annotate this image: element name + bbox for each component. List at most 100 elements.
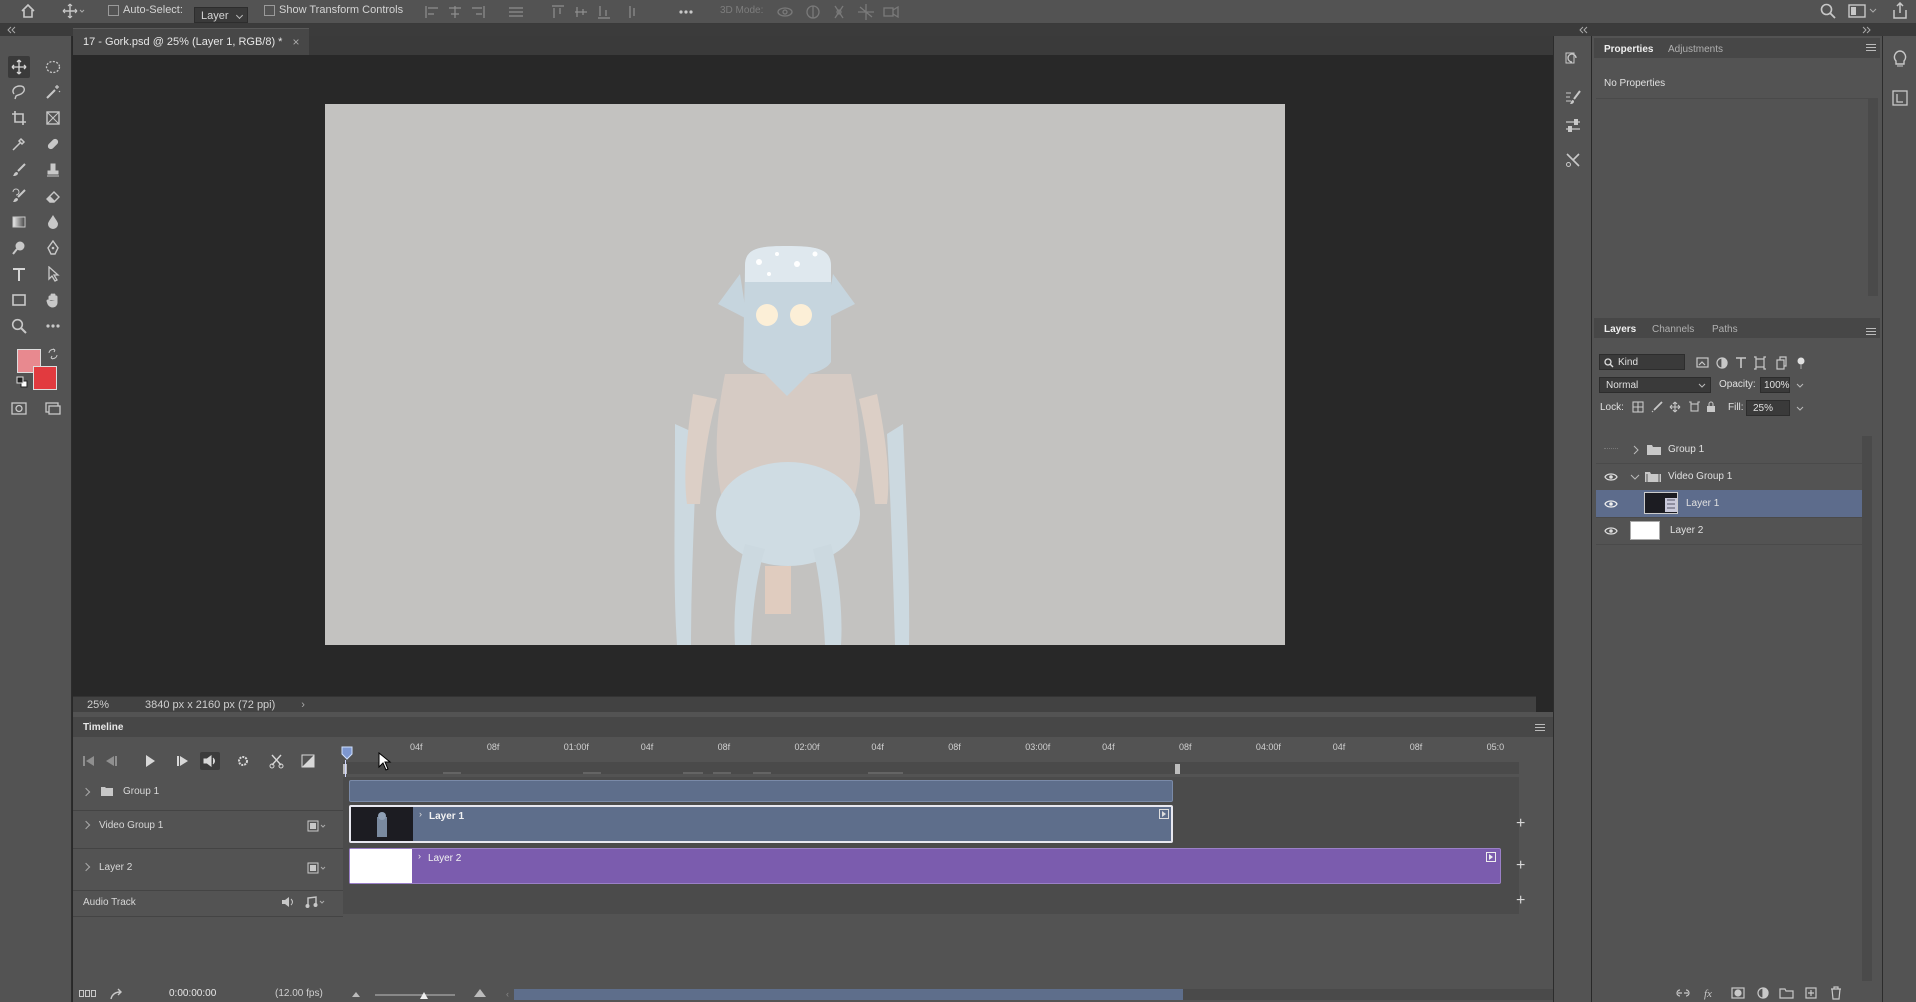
- document-tab[interactable]: 17 - Gork.psd @ 25% (Layer 1, RGB/8) * ×: [73, 28, 310, 55]
- blur-tool[interactable]: [42, 211, 64, 233]
- expand-chevron-icon[interactable]: [81, 862, 91, 872]
- track-audio[interactable]: Audio Track: [73, 890, 343, 917]
- document-canvas[interactable]: [325, 104, 1285, 645]
- pen-tool[interactable]: [42, 237, 64, 259]
- work-area-bar[interactable]: [343, 762, 1519, 774]
- convert-to-frame-animation-icon[interactable]: [79, 990, 97, 998]
- properties-menu-icon[interactable]: [1866, 42, 1876, 53]
- eye-icon[interactable]: [1604, 526, 1618, 536]
- tab-channels[interactable]: Channels: [1652, 324, 1694, 335]
- adjustment-sliders-icon[interactable]: [1565, 118, 1581, 134]
- magic-wand-tool[interactable]: [42, 81, 64, 103]
- layers-scrollbar[interactable]: [1862, 436, 1872, 981]
- healing-brush-tool[interactable]: [42, 133, 64, 155]
- tab-paths[interactable]: Paths: [1712, 324, 1738, 335]
- timecode-display[interactable]: 0:00:00:00: [169, 988, 216, 999]
- collapse-chevron-icon[interactable]: [1630, 473, 1640, 481]
- speaker-icon[interactable]: [281, 896, 295, 908]
- opacity-input[interactable]: 100%: [1760, 377, 1790, 393]
- layer-filter-icons[interactable]: [1696, 356, 1806, 370]
- render-video-icon[interactable]: [110, 988, 124, 1000]
- workspace-icon[interactable]: [1848, 3, 1878, 19]
- crop-tool[interactable]: [8, 107, 30, 129]
- tab-properties[interactable]: Properties: [1604, 44, 1653, 55]
- learn-bulb-icon[interactable]: [1892, 50, 1908, 68]
- move-tool[interactable]: [8, 56, 30, 78]
- track-video-group-1[interactable]: Video Group 1: [73, 806, 343, 849]
- tab-adjustments[interactable]: Adjustments: [1668, 44, 1723, 55]
- close-tab-icon[interactable]: ×: [292, 30, 299, 54]
- eyedropper-tool[interactable]: [8, 133, 30, 155]
- timeline-scrollbar[interactable]: [514, 989, 1591, 1000]
- tab-layers[interactable]: Layers: [1604, 324, 1636, 335]
- quick-mask-tool[interactable]: [8, 397, 30, 419]
- home-icon[interactable]: [20, 3, 36, 19]
- rectangle-tool[interactable]: [8, 289, 30, 311]
- screen-mode-tool[interactable]: [42, 397, 64, 419]
- background-color-swatch[interactable]: [33, 366, 57, 390]
- film-strip-icon[interactable]: [307, 862, 327, 874]
- visibility-hidden-slot[interactable]: [1604, 448, 1618, 449]
- zoom-in-icon[interactable]: [473, 988, 487, 998]
- opacity-chevron-icon[interactable]: [1796, 383, 1804, 389]
- swap-colors-icon[interactable]: [47, 348, 59, 360]
- more-tools-icon[interactable]: [42, 315, 64, 337]
- layers-menu-icon[interactable]: [1866, 326, 1876, 337]
- blend-mode-dropdown[interactable]: Normal: [1599, 377, 1711, 393]
- layer-row-layer-2[interactable]: Layer 2: [1596, 517, 1862, 545]
- marquee-tool[interactable]: [42, 56, 64, 78]
- 3d-mode-icons[interactable]: [776, 3, 906, 21]
- path-selection-tool[interactable]: [42, 263, 64, 285]
- auto-select-dropdown[interactable]: Layer: [194, 6, 248, 23]
- collapse-left-icon[interactable]: [6, 26, 16, 34]
- layer-row-group-1[interactable]: Group 1: [1596, 436, 1862, 464]
- eraser-tool[interactable]: [42, 185, 64, 207]
- clip-transition-icon[interactable]: [1486, 852, 1496, 862]
- frame-tool[interactable]: [42, 107, 64, 129]
- move-tool-icon[interactable]: [62, 3, 86, 19]
- properties-scrollbar[interactable]: [1868, 98, 1878, 296]
- search-icon[interactable]: [1820, 3, 1836, 19]
- zoom-out-icon[interactable]: [351, 990, 361, 998]
- expand-chevron-icon[interactable]: [1632, 445, 1640, 455]
- timeline-scrollbar-thumb[interactable]: [514, 989, 1183, 1000]
- timeline-ruler[interactable]: 04f 08f 01:00f 04f 08f 02:00f 04f 08f 03:00f 04f 0…: [343, 740, 1519, 756]
- hand-tool[interactable]: [42, 289, 64, 311]
- lock-icons[interactable]: [1632, 401, 1722, 413]
- music-note-icon[interactable]: [305, 896, 327, 908]
- share-icon[interactable]: [1892, 2, 1908, 20]
- tool-presets-icon[interactable]: [1565, 152, 1581, 168]
- align-icons[interactable]: [424, 4, 704, 20]
- zoom-slider-thumb[interactable]: [419, 990, 429, 1000]
- libraries-icon[interactable]: [1892, 90, 1908, 106]
- expand-right-icon[interactable]: [1862, 26, 1872, 34]
- playhead[interactable]: [341, 746, 353, 760]
- lasso-tool[interactable]: [8, 81, 30, 103]
- layer-row-video-group-1[interactable]: Video Group 1: [1596, 463, 1862, 491]
- gradient-tool[interactable]: [8, 211, 30, 233]
- layer-row-layer-1[interactable]: Layer 1: [1596, 490, 1862, 518]
- timeline-zoom-slider[interactable]: [375, 994, 455, 996]
- type-tool[interactable]: [8, 263, 30, 285]
- layer-2-clip[interactable]: › Layer 2: [349, 848, 1501, 884]
- group-1-clip[interactable]: [349, 780, 1173, 802]
- brush-tool[interactable]: [8, 159, 30, 181]
- history-icon[interactable]: [1565, 50, 1581, 66]
- fill-chevron-icon[interactable]: [1796, 406, 1804, 412]
- clip-chevron-icon[interactable]: ›: [419, 809, 422, 819]
- auto-select-checkbox[interactable]: Auto-Select:: [108, 4, 183, 16]
- history-brush-tool[interactable]: [8, 185, 30, 207]
- add-audio-icon[interactable]: +: [1516, 892, 1525, 910]
- show-transform-checkbox[interactable]: Show Transform Controls: [264, 4, 403, 16]
- add-media-icon[interactable]: +: [1516, 857, 1525, 875]
- clip-chevron-icon[interactable]: ›: [418, 851, 421, 861]
- zoom-tool[interactable]: [8, 315, 30, 337]
- dodge-tool[interactable]: [8, 237, 30, 259]
- eye-icon[interactable]: [1604, 499, 1618, 509]
- expand-chevron-icon[interactable]: [81, 787, 91, 797]
- layer-filter-kind-dropdown[interactable]: Kind: [1599, 354, 1685, 370]
- brush-settings-icon[interactable]: [1565, 90, 1581, 106]
- eye-icon[interactable]: [1604, 472, 1618, 482]
- collapse-right-icon[interactable]: [1578, 26, 1588, 34]
- default-colors-icon[interactable]: [16, 376, 28, 388]
